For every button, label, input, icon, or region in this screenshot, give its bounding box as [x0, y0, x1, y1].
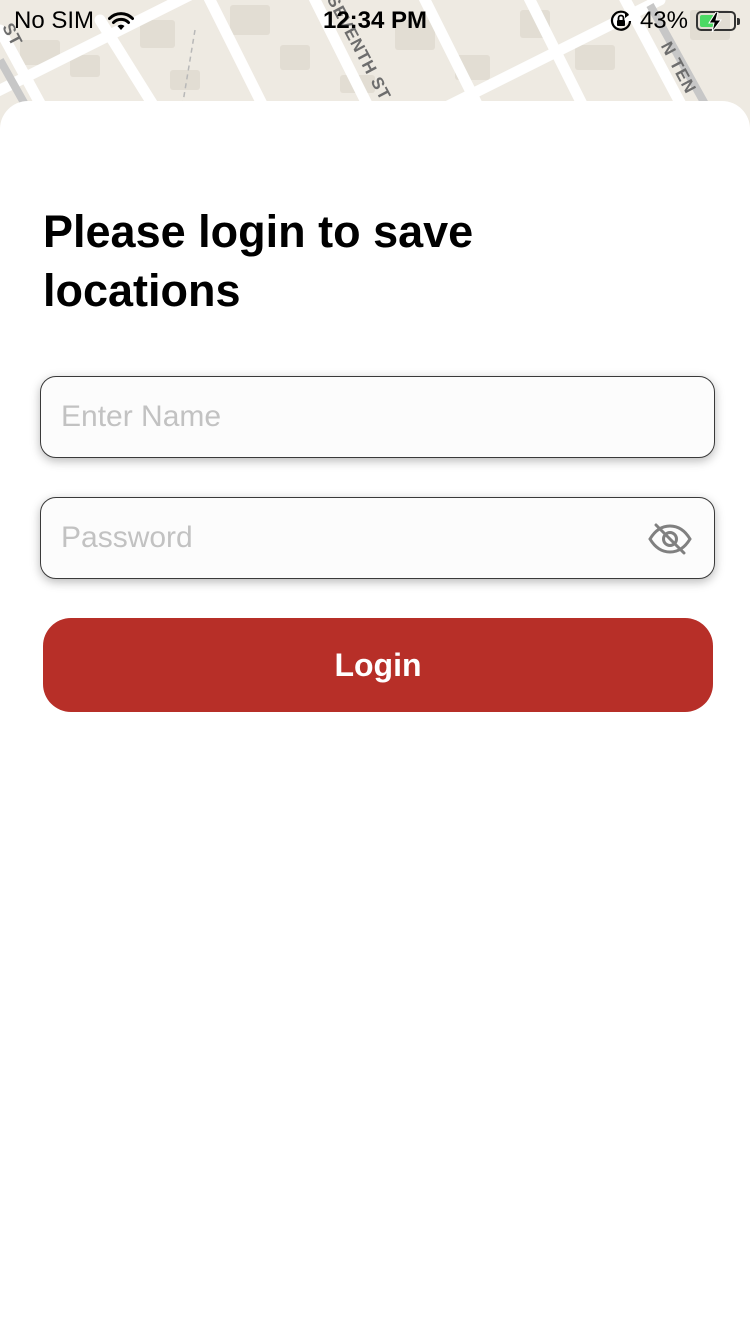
- name-field[interactable]: [40, 376, 715, 458]
- password-field[interactable]: [40, 497, 715, 579]
- page-title: Please login to save locations: [43, 206, 474, 316]
- orientation-lock-icon: [610, 10, 632, 32]
- name-input[interactable]: [61, 377, 641, 457]
- battery-charging-icon: [696, 11, 740, 33]
- password-input[interactable]: [61, 498, 641, 578]
- login-button[interactable]: Login: [43, 618, 713, 712]
- charging-bolt-icon: [707, 11, 723, 39]
- status-bar: No SIM 12:34 PM 43%: [0, 0, 750, 40]
- battery-cap: [737, 18, 740, 25]
- screen: ST SEVENTH ST N TEN No SIM 12:34 PM 43% …: [0, 0, 750, 1334]
- battery-percent: 43%: [639, 7, 688, 34]
- status-right-group: 43%: [610, 7, 740, 35]
- eye-slash-icon[interactable]: [646, 519, 694, 559]
- login-sheet: Please login to save locations Login: [0, 101, 750, 1334]
